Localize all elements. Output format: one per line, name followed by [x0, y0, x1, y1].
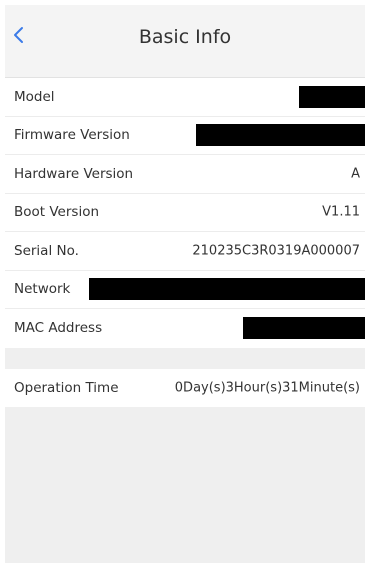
- network-label: Network: [14, 281, 71, 298]
- hardware-version-value: A: [351, 166, 360, 182]
- mac-address-redacted-value: [243, 317, 365, 340]
- firmware-version-redacted-value: [196, 124, 365, 147]
- info-row-operation-time: Operation Time 0Day(s)3Hour(s)31Minute(s…: [5, 369, 365, 408]
- serial-no-value: 210235C3R0319A000007: [192, 243, 360, 259]
- firmware-version-label: Firmware Version: [14, 127, 130, 144]
- info-row-serial: Serial No. 210235C3R0319A000007: [5, 232, 365, 271]
- info-row-mac: MAC Address: [5, 309, 365, 348]
- info-row-hardware: Hardware Version A: [5, 155, 365, 194]
- page-title: Basic Info: [138, 26, 232, 48]
- boot-version-label: Boot Version: [14, 204, 100, 221]
- info-row-boot: Boot Version V1.11: [5, 194, 365, 232]
- boot-version-value: V1.11: [322, 204, 360, 220]
- screen: Basic Info Model Firmware Version Hardwa…: [5, 5, 365, 563]
- basic-info-list: Model Firmware Version Hardware Version …: [5, 78, 365, 348]
- hardware-version-label: Hardware Version: [14, 165, 134, 182]
- model-redacted-value: [299, 85, 365, 108]
- mac-address-label: MAC Address: [14, 320, 103, 337]
- model-label: Model: [14, 88, 55, 105]
- operation-time-section: Operation Time 0Day(s)3Hour(s)31Minute(s…: [5, 369, 365, 407]
- info-row-firmware: Firmware Version: [5, 117, 365, 155]
- serial-no-label: Serial No.: [14, 242, 79, 259]
- network-redacted-value: [89, 278, 365, 301]
- operation-time-label: Operation Time: [14, 380, 119, 397]
- operation-time-value: 0Day(s)3Hour(s)31Minute(s): [174, 380, 360, 396]
- info-row-network: Network: [5, 271, 365, 309]
- info-row-model: Model: [5, 78, 365, 117]
- nav-bar: Basic Info: [5, 5, 365, 78]
